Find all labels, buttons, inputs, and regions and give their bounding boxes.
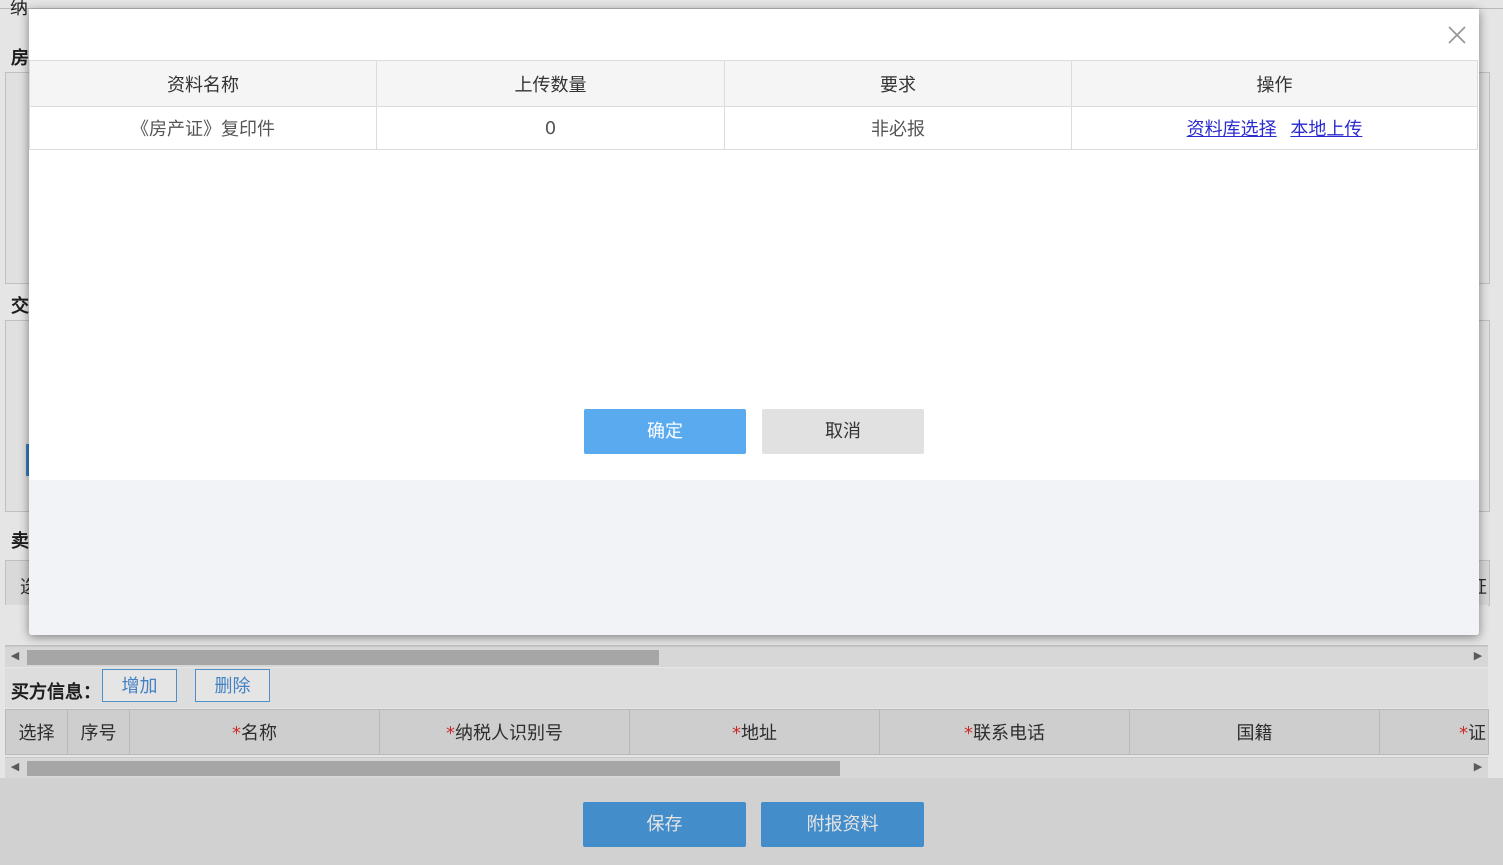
col-requirement: 要求 xyxy=(724,60,1072,107)
confirm-button[interactable]: 确定 xyxy=(584,409,746,454)
requirement-cell: 非必报 xyxy=(724,106,1072,150)
col-material-name: 资料名称 xyxy=(29,60,377,107)
table-row: 《房产证》复印件 0 非必报 资料库选择 本地上传 xyxy=(29,106,1478,150)
col-operation: 操作 xyxy=(1071,60,1478,107)
cancel-button[interactable]: 取消 xyxy=(762,409,924,454)
col-upload-count: 上传数量 xyxy=(376,60,725,107)
materials-table: 资料名称 上传数量 要求 操作 《房产证》复印件 0 非必报 资料库选择 本地上… xyxy=(29,60,1478,150)
local-upload-link[interactable]: 本地上传 xyxy=(1290,119,1362,140)
dialog-actions: 确定 取消 xyxy=(29,409,1479,455)
page: 纳 房 交 * 卖 选 证 ◀ ▶ 买方信息： 增加 删除 xyxy=(0,0,1503,865)
operation-cell: 资料库选择 本地上传 xyxy=(1071,106,1478,150)
materials-table-header: 资料名称 上传数量 要求 操作 xyxy=(29,60,1478,107)
close-icon[interactable] xyxy=(1445,23,1469,47)
material-name-cell: 《房产证》复印件 xyxy=(29,106,377,150)
upload-materials-dialog: 资料名称 上传数量 要求 操作 《房产证》复印件 0 非必报 资料库选择 本地上… xyxy=(29,9,1479,635)
upload-count-cell: 0 xyxy=(376,106,725,150)
library-select-link[interactable]: 资料库选择 xyxy=(1187,119,1277,140)
dialog-lower-area xyxy=(29,480,1479,635)
